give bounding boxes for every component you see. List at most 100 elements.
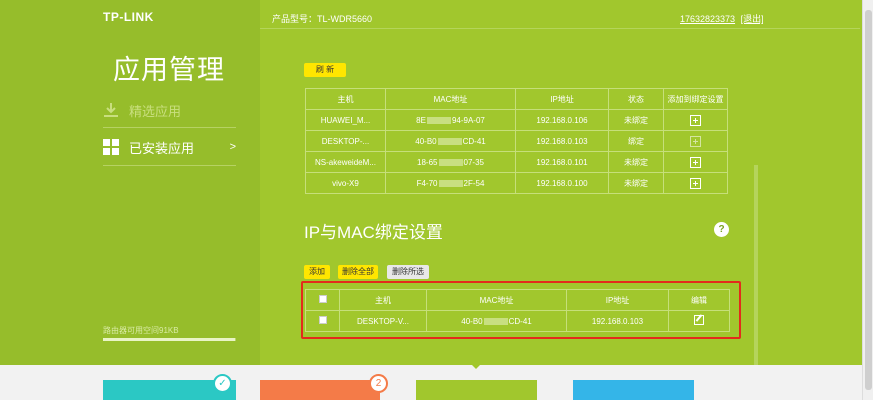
mac-prefix: 8E [416,115,426,125]
mac-suffix: CD-41 [508,316,532,326]
status-cell: 未绑定 [608,172,664,194]
row-checkbox[interactable] [318,316,327,324]
download-icon [103,102,119,118]
column-header: IP地址 [515,88,609,110]
header-right: 17632823373 [退出] [680,12,764,25]
add-binding-icon[interactable] [690,177,701,189]
column-header: MAC地址 [426,289,567,311]
column-header: MAC地址 [385,88,516,110]
mac-cell: 40-B0 CD-41 [426,310,567,332]
account-phone-link[interactable]: 17632823373 [680,14,735,24]
table-header: 主机 MAC地址 IP地址 状态 添加到绑定设置 [305,88,728,110]
add-binding-icon [690,135,701,147]
select-all-cell [305,289,340,311]
column-header: IP地址 [566,289,669,311]
add-binding-icon[interactable] [690,114,701,126]
sidebar-item-installed-apps[interactable]: 已安装应用 > [103,133,236,161]
edit-cell [668,310,730,332]
column-header: 状态 [608,88,664,110]
redaction-mask [438,158,463,166]
mac-cell: 18-65 07-35 [385,151,516,173]
binding-section-title: IP与MAC绑定设置 [304,223,443,242]
logout-link[interactable]: [退出] [741,14,764,24]
host-cell: NS-akeweideM... [305,151,386,173]
add-binding-icon[interactable] [690,156,701,168]
device-table: 主机 MAC地址 IP地址 状态 添加到绑定设置 HUAWEI_M... 8E 9… [305,88,728,194]
column-header: 主机 [305,88,386,110]
grid-icon [103,139,119,155]
sidebar-divider [103,165,236,166]
ip-cell: 192.168.0.100 [515,172,609,194]
storage-bar [103,338,236,341]
app-tile-4[interactable] [573,380,694,400]
column-header: 主机 [339,289,427,311]
chevron-right-icon: > [229,141,236,153]
table-header: 主机 MAC地址 IP地址 编辑 [305,289,730,311]
ip-cell: 192.168.0.106 [515,109,609,131]
status-cell: 未绑定 [608,109,664,131]
mac-cell: F4-70 2F-54 [385,172,516,194]
delete-selected-button[interactable]: 删除所选 [387,265,429,279]
host-cell: HUAWEI_M... [305,109,386,131]
mac-suffix: 2F-54 [463,178,485,188]
status-cell: 绑定 [608,130,664,152]
host-cell: DESKTOP-... [305,130,386,152]
ip-cell: 192.168.0.101 [515,151,609,173]
add-binding-cell [663,109,728,131]
redaction-mask [483,317,508,325]
status-cell: 未绑定 [608,151,664,173]
sidebar: TP-LINK 应用管理 精选应用 已安装应用 > 路由器可用空间91KB [0,0,260,365]
ip-cell: 192.168.0.103 [566,310,669,332]
host-cell: vivo-X9 [305,172,386,194]
select-all-checkbox[interactable] [318,295,327,303]
mac-prefix: F4-70 [416,178,438,188]
app-tile-3[interactable] [416,380,537,400]
model-label: 产品型号：TL-WDR5660 [272,14,373,24]
pointer-notch [470,363,482,369]
refresh-button[interactable]: 刷 新 [304,63,346,77]
app-tile-2[interactable] [260,380,380,400]
mac-prefix: 40-B0 [415,136,437,146]
table-row: DESKTOP-... 40-B0 CD-41 192.168.0.103 绑定 [305,130,728,152]
scrollbar-thumb[interactable] [865,10,872,390]
help-icon[interactable]: ? [714,222,729,237]
mac-prefix: 18-65 [417,157,438,167]
binding-table: 主机 MAC地址 IP地址 编辑 DESKTOP-V... 40-B0 CD-41… [305,289,730,332]
sidebar-item-label: 精选应用 [129,103,182,119]
delete-all-button[interactable]: 删除全部 [338,265,378,279]
table-row: HUAWEI_M... 8E 94-9A-07 192.168.0.106 未绑定 [305,109,728,131]
installed-check-icon: ✓ [213,374,232,393]
redaction-mask [438,179,463,187]
sidebar-divider [103,127,236,128]
sidebar-title: 应用管理 [113,55,225,86]
redaction-mask [437,137,462,145]
sidebar-item-featured-apps[interactable]: 精选应用 [103,96,236,124]
mac-suffix: 07-35 [463,157,484,167]
select-cell [305,310,340,332]
table-row: NS-akeweideM... 18-65 07-35 192.168.0.101… [305,151,728,173]
page-scrollbar[interactable] [862,0,873,400]
brand-logo: TP-LINK [103,10,154,24]
add-binding-cell [663,151,728,173]
header-divider [260,28,860,29]
mac-prefix: 40-B0 [461,316,483,326]
table-row: vivo-X9 F4-70 2F-54 192.168.0.100 未绑定 [305,172,728,194]
add-button[interactable]: 添加 [304,265,330,279]
add-binding-cell [663,130,728,152]
mac-suffix: CD-41 [462,136,486,146]
mac-cell: 8E 94-9A-07 [385,109,516,131]
add-binding-cell [663,172,728,194]
router-admin-page: TP-LINK 应用管理 精选应用 已安装应用 > 路由器可用空间91KB 产品… [0,0,873,400]
column-header: 编辑 [668,289,730,311]
host-cell: DESKTOP-V... [339,310,427,332]
edit-icon[interactable] [694,315,704,325]
storage-bar-fill [103,338,235,341]
column-header: 添加到绑定设置 [663,88,728,110]
table-row: DESKTOP-V... 40-B0 CD-41 192.168.0.103 [305,310,730,332]
mac-suffix: 94-9A-07 [451,115,485,125]
ip-cell: 192.168.0.103 [515,130,609,152]
storage-text: 路由器可用空间91KB [103,326,179,335]
inner-scrollbar[interactable] [754,165,758,365]
count-badge: 2 [369,374,388,393]
mac-cell: 40-B0 CD-41 [385,130,516,152]
